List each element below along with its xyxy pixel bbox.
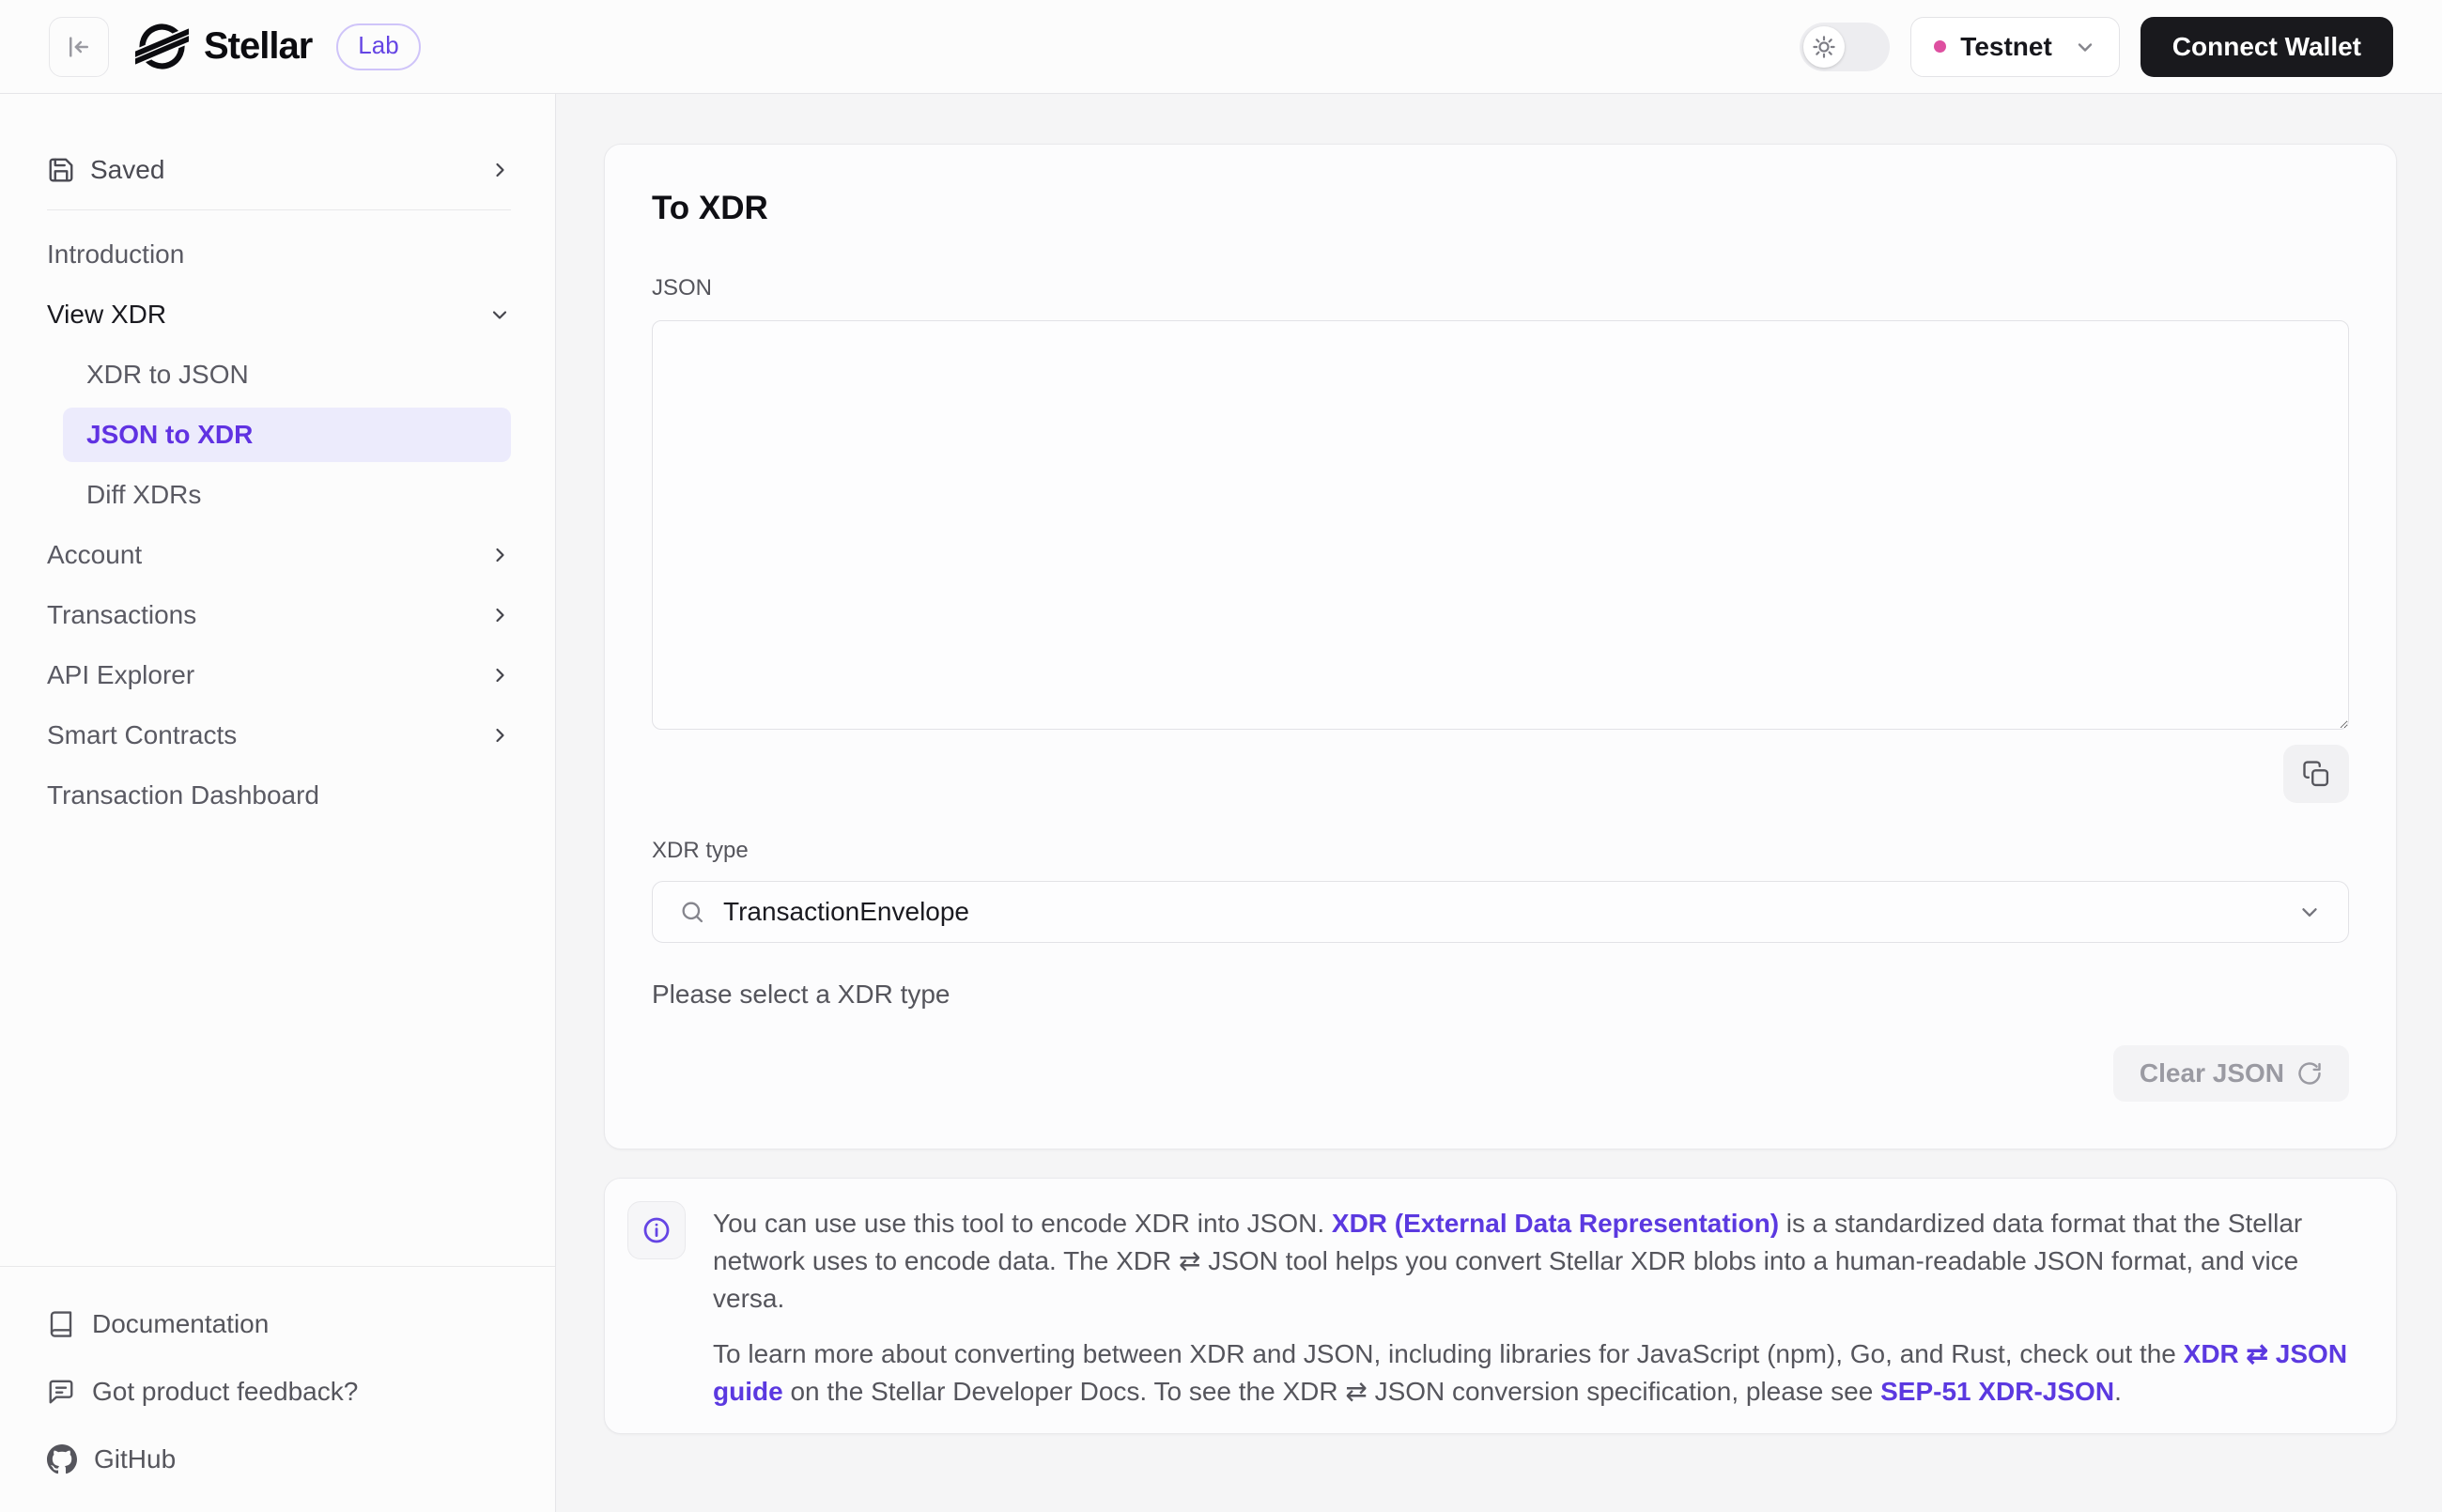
chevron-right-icon xyxy=(488,664,511,687)
sidebar-item-label: XDR to JSON xyxy=(86,360,249,389)
sidebar-divider xyxy=(47,209,511,210)
sidebar-item-account[interactable]: Account xyxy=(47,525,511,585)
sidebar-item-introduction[interactable]: Introduction xyxy=(47,224,511,285)
sidebar-link-label: GitHub xyxy=(94,1444,177,1473)
sidebar: Saved Introduction View XDR XDR to JSON … xyxy=(0,94,556,1512)
sidebar-link-label: Documentation xyxy=(92,1309,270,1338)
header-actions: Testnet Connect Wallet xyxy=(1800,16,2393,77)
xdr-type-select[interactable] xyxy=(652,881,2349,943)
network-label: Testnet xyxy=(1960,31,2052,61)
sidebar-item-json-to-xdr[interactable]: JSON to XDR xyxy=(47,405,511,465)
github-icon xyxy=(47,1444,77,1474)
chevron-right-icon xyxy=(488,604,511,626)
network-status-dot xyxy=(1934,40,1947,53)
chevron-down-icon xyxy=(488,303,511,326)
page-title: To XDR xyxy=(652,190,768,226)
chevron-down-icon xyxy=(2297,900,2322,924)
sidebar-item-label: View XDR xyxy=(47,300,167,329)
stellar-logo-icon xyxy=(135,20,189,73)
sidebar-nav: Introduction View XDR XDR to JSON JSON t… xyxy=(47,224,511,825)
sidebar-item-label: Transactions xyxy=(47,600,197,629)
sidebar-item-xdr-to-json[interactable]: XDR to JSON xyxy=(47,345,511,405)
info-text-segment: on the Stellar Developer Docs. To see th… xyxy=(782,1377,1881,1406)
stellar-lab-app: Stellar Lab Testnet Connect Wallet Saved… xyxy=(0,0,2442,1512)
sidebar-item-api-explorer[interactable]: API Explorer xyxy=(47,645,511,705)
sidebar-item-label: Diff XDRs xyxy=(86,480,202,509)
chevron-right-icon xyxy=(488,159,511,181)
copy-icon xyxy=(2302,760,2330,788)
sidebar-item-transaction-dashboard[interactable]: Transaction Dashboard xyxy=(47,765,511,825)
sidebar-item-label: Smart Contracts xyxy=(47,720,238,749)
info-text-segment: You can use use this tool to encode XDR … xyxy=(713,1209,1332,1238)
info-text: You can use use this tool to encode XDR … xyxy=(713,1201,2358,1411)
sidebar-item-label: Saved xyxy=(90,155,165,184)
info-paragraph: You can use use this tool to encode XDR … xyxy=(713,1205,2358,1318)
sidebar-link-github[interactable]: GitHub xyxy=(47,1426,511,1493)
info-icon xyxy=(641,1215,672,1245)
sidebar-footer: Documentation Got product feedback? GitH… xyxy=(0,1266,555,1512)
sidebar-link-feedback[interactable]: Got product feedback? xyxy=(47,1358,511,1426)
sidebar-item-label: Account xyxy=(47,540,143,569)
info-link[interactable]: XDR (External Data Representation) xyxy=(1332,1209,1779,1238)
info-text-segment: To learn more about converting between X… xyxy=(713,1339,2184,1368)
info-link[interactable]: SEP-51 XDR-JSON xyxy=(1880,1377,2114,1406)
sidebar-item-saved[interactable]: Saved xyxy=(47,140,511,200)
collapse-sidebar-button[interactable] xyxy=(49,16,109,77)
sidebar-item-label: JSON to XDR xyxy=(63,408,511,462)
network-selector[interactable]: Testnet xyxy=(1910,16,2120,77)
theme-toggle[interactable] xyxy=(1800,22,1891,71)
sun-icon xyxy=(1812,35,1836,59)
xdr-type-label: XDR type xyxy=(652,838,749,863)
save-icon xyxy=(47,156,75,184)
search-icon xyxy=(679,899,705,925)
chevron-right-icon xyxy=(488,724,511,747)
brand[interactable]: Stellar Lab xyxy=(135,20,421,73)
sidebar-item-smart-contracts[interactable]: Smart Contracts xyxy=(47,705,511,765)
main-content: To XDR JSON XDR type TransactionEnvelope… xyxy=(556,94,2442,1512)
app-header: Stellar Lab Testnet Connect Wallet xyxy=(0,0,2442,94)
sidebar-item-diff-xdrs[interactable]: Diff XDRs xyxy=(47,465,511,525)
feedback-icon xyxy=(47,1378,75,1406)
info-button[interactable] xyxy=(627,1201,686,1259)
info-text-segment: . xyxy=(2114,1377,2122,1406)
xdr-type-input[interactable] xyxy=(723,897,2280,927)
chevron-down-icon xyxy=(2074,36,2096,58)
xdr-type-helper-text: Please select a XDR type xyxy=(652,980,951,1009)
clear-json-label: Clear JSON xyxy=(2139,1058,2284,1088)
connect-wallet-button[interactable]: Connect Wallet xyxy=(2140,16,2393,77)
copy-json-button[interactable] xyxy=(2283,745,2349,803)
lab-badge: Lab xyxy=(336,23,421,70)
refresh-icon xyxy=(2296,1060,2323,1087)
theme-toggle-knob xyxy=(1803,25,1846,68)
clear-json-button[interactable]: Clear JSON xyxy=(2112,1045,2349,1102)
info-card: You can use use this tool to encode XDR … xyxy=(604,1178,2397,1434)
sidebar-item-label: Transaction Dashboard xyxy=(47,780,320,810)
chevron-right-icon xyxy=(488,544,511,566)
sidebar-item-label: Introduction xyxy=(47,239,185,269)
brand-name: Stellar xyxy=(204,25,313,67)
sidebar-item-transactions[interactable]: Transactions xyxy=(47,585,511,645)
to-xdr-card: To XDR JSON XDR type TransactionEnvelope… xyxy=(604,144,2397,1149)
sidebar-link-documentation[interactable]: Documentation xyxy=(47,1290,511,1358)
json-input[interactable] xyxy=(652,320,2349,730)
sidebar-link-label: Got product feedback? xyxy=(92,1377,359,1406)
info-paragraph: To learn more about converting between X… xyxy=(713,1335,2358,1411)
sidebar-item-view-xdr[interactable]: View XDR xyxy=(47,285,511,345)
sidebar-item-label: API Explorer xyxy=(47,660,195,689)
collapse-sidebar-icon xyxy=(65,33,93,61)
book-icon xyxy=(47,1310,75,1338)
json-field-label: JSON xyxy=(652,275,713,301)
